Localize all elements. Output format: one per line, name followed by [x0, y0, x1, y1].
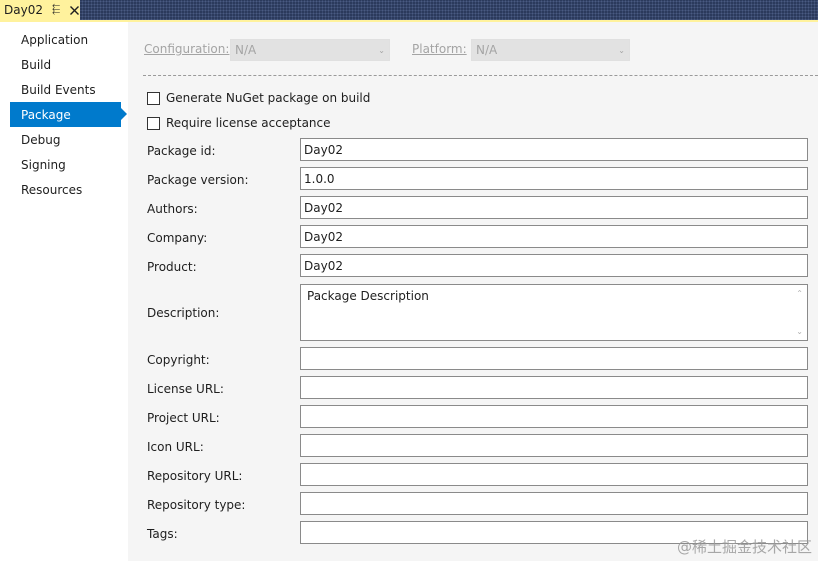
require-license-checkbox[interactable]: [147, 116, 160, 130]
generate-nuget-checkbox[interactable]: [147, 91, 160, 105]
configuration-value: N/A: [235, 43, 257, 57]
repository-type-input[interactable]: [300, 492, 808, 515]
sidebar-item-build-events[interactable]: Build Events: [10, 77, 121, 102]
project-url-label: Project URL:: [147, 411, 220, 425]
sidebar-item-build[interactable]: Build: [10, 52, 121, 77]
repository-url-label: Repository URL:: [147, 469, 243, 483]
section-divider: [143, 75, 818, 76]
package-version-input[interactable]: 1.0.0: [300, 167, 808, 190]
require-license-label: Require license acceptance: [166, 116, 331, 130]
authors-input[interactable]: Day02: [300, 196, 808, 219]
scroll-down-icon[interactable]: ⌄: [796, 327, 803, 336]
chevron-down-icon: ⌄: [378, 46, 385, 55]
sidebar-item-debug[interactable]: Debug: [10, 127, 121, 152]
sidebar-item-resources[interactable]: Resources: [10, 177, 121, 202]
icon-url-input[interactable]: [300, 434, 808, 457]
platform-select: N/A ⌄: [471, 39, 630, 61]
sidebar-item-application[interactable]: Application: [10, 27, 121, 52]
company-label: Company:: [147, 231, 208, 245]
platform-label: Platform:: [412, 42, 467, 56]
package-id-input[interactable]: Day02: [300, 138, 808, 161]
configuration-select: N/A ⌄: [230, 39, 390, 61]
generate-nuget-label: Generate NuGet package on build: [166, 91, 371, 105]
description-label: Description:: [147, 306, 220, 320]
repository-url-input[interactable]: [300, 463, 808, 486]
product-label: Product:: [147, 260, 197, 274]
close-icon[interactable]: [69, 5, 80, 16]
license-url-label: License URL:: [147, 382, 224, 396]
product-input[interactable]: Day02: [300, 254, 808, 277]
platform-value: N/A: [476, 43, 498, 57]
chevron-down-icon: ⌄: [618, 46, 625, 55]
pin-icon[interactable]: ⬱: [52, 5, 60, 15]
configuration-label: Configuration:: [144, 42, 230, 56]
description-text: Package Description: [307, 289, 429, 303]
authors-label: Authors:: [147, 202, 198, 216]
sidebar-item-package[interactable]: Package: [10, 102, 127, 127]
watermark: @稀土掘金技术社区: [676, 538, 812, 556]
scroll-up-icon[interactable]: ⌃: [796, 289, 803, 298]
document-tab-strip: Day02 ⬱: [0, 0, 818, 20]
description-textarea[interactable]: Package Description ⌃ ⌄: [300, 284, 808, 341]
tab-title: Day02: [4, 3, 43, 17]
package-id-label: Package id:: [147, 144, 216, 158]
generate-nuget-checkbox-row[interactable]: Generate NuGet package on build: [147, 90, 370, 106]
company-input[interactable]: Day02: [300, 225, 808, 248]
require-license-checkbox-row[interactable]: Require license acceptance: [147, 115, 331, 131]
project-url-input[interactable]: [300, 405, 808, 428]
package-version-label: Package version:: [147, 173, 249, 187]
copyright-input[interactable]: [300, 347, 808, 370]
package-properties-panel: Configuration: N/A ⌄ Platform: N/A ⌄ Gen…: [128, 22, 818, 561]
icon-url-label: Icon URL:: [147, 440, 204, 454]
project-properties-sidebar: Application Build Build Events Package D…: [0, 22, 128, 561]
copyright-label: Copyright:: [147, 353, 210, 367]
license-url-input[interactable]: [300, 376, 808, 399]
tags-label: Tags:: [147, 527, 178, 541]
repository-type-label: Repository type:: [147, 498, 246, 512]
document-tab-day02[interactable]: Day02 ⬱: [0, 0, 80, 20]
sidebar-item-signing[interactable]: Signing: [10, 152, 121, 177]
